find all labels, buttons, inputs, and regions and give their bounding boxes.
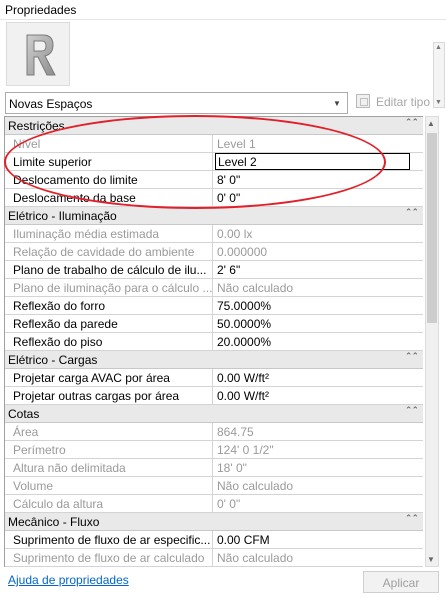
collapse-group-icon[interactable]: ⌃⌃ (405, 513, 419, 524)
group-header-cotas[interactable]: Cotas ⌃⌃ (5, 405, 423, 423)
property-value-input[interactable]: Level 2 (215, 153, 410, 170)
type-preview-area: ▲ ▼ (0, 20, 446, 108)
scroll-up-icon[interactable]: ▲ (427, 119, 435, 128)
property-row-volume: Volume Não calculado (5, 477, 423, 495)
revit-family-icon (6, 22, 70, 86)
property-value: 0.00 lx (217, 227, 253, 241)
property-label: Deslocamento do limite (5, 171, 213, 188)
property-row-calculo-da-altura: Cálculo da altura 0' 0" (5, 495, 423, 513)
property-row-altura-nao-delimitada: Altura não delimitada 18' 0" (5, 459, 423, 477)
property-value[interactable]: 0.00 CFM (214, 531, 423, 548)
type-selector-value: Novas Espaços (9, 97, 93, 111)
property-label: Área (5, 423, 213, 440)
scrollbar-thumb[interactable] (427, 133, 437, 323)
apply-button[interactable]: Aplicar (363, 571, 439, 593)
edit-type-icon (356, 94, 370, 108)
property-label: Deslocamento da base (5, 189, 213, 206)
type-selector-row: Novas Espaços ▼ Editar tipo (0, 91, 446, 115)
property-label: Relação de cavidade do ambiente (5, 243, 213, 260)
property-value: Não calculado (217, 479, 294, 493)
property-row-projetar-carga-avac-por-area[interactable]: Projetar carga AVAC por área 0.00 W/ft² (5, 369, 423, 387)
property-row-suprimento-de-fluxo-de-ar-calculado: Suprimento de fluxo de ar calculado Não c… (5, 549, 423, 567)
collapse-group-icon[interactable]: ⌃⌃ (405, 207, 419, 218)
property-label: Reflexão do piso (5, 333, 213, 350)
properties-scrollbar[interactable]: ▲ ▼ (425, 116, 439, 567)
property-value: Não calculado (217, 281, 294, 295)
property-row-relacao-de-cavidade-do-ambiente: Relação de cavidade do ambiente 0.000000 (5, 243, 423, 261)
chevron-down-icon[interactable]: ▼ (329, 93, 345, 113)
property-row-reflexao-da-parede[interactable]: Reflexão da parede 50.0000% (5, 315, 423, 333)
property-label: Suprimento de fluxo de ar calculado (5, 549, 213, 566)
group-header-label: Restrições (8, 119, 65, 133)
group-header-eletrico-iluminacao[interactable]: Elétrico - Iluminação ⌃⌃ (5, 207, 423, 225)
group-header-label: Cotas (8, 407, 40, 421)
collapse-group-icon[interactable]: ⌃⌃ (405, 405, 419, 416)
property-row-projetar-outras-cargas-por-area[interactable]: Projetar outras cargas por área 0.00 W/ft… (5, 387, 423, 405)
panel-title-bar: Propriedades (0, 0, 446, 20)
group-header-restricoes[interactable]: Restrições ⌃⌃ (5, 117, 423, 135)
property-value: 0.000000 (217, 245, 268, 259)
group-header-eletrico-cargas[interactable]: Elétrico - Cargas ⌃⌃ (5, 351, 423, 369)
property-row-perimetro: Perímetro 124' 0 1/2" (5, 441, 423, 459)
group-header-mecanico-fluxo[interactable]: Mecânico - Fluxo ⌃⌃ (5, 513, 423, 531)
property-label: Reflexão da parede (5, 315, 213, 332)
property-label: Nível (5, 135, 213, 152)
property-value: Não calculado (217, 551, 294, 565)
property-value[interactable]: 50.0000% (214, 315, 423, 332)
collapse-group-icon[interactable]: ⌃⌃ (405, 351, 419, 362)
property-value[interactable]: 8' 0" (214, 171, 423, 188)
edit-type-label: Editar tipo (376, 95, 431, 109)
properties-help-link[interactable]: Ajuda de propriedades (8, 573, 129, 587)
property-row-area: Área 864.75 (5, 423, 423, 441)
property-row-suprimento-de-fluxo-de-ar-especific[interactable]: Suprimento de fluxo de ar especific... 0.… (5, 531, 423, 549)
property-row-reflexao-do-piso[interactable]: Reflexão do piso 20.0000% (5, 333, 423, 351)
property-row-iluminacao-media-estimada: Iluminação média estimada 0.00 lx (5, 225, 423, 243)
property-row-plano-de-iluminacao-para-o-calculo: Plano de iluminação para o cálculo ... Nã… (5, 279, 423, 297)
panel-footer: Ajuda de propriedades Aplicar (0, 568, 446, 600)
edit-type-button[interactable]: Editar tipo (356, 94, 442, 112)
panel-title: Propriedades (5, 3, 77, 17)
property-value: 0' 0" (217, 497, 241, 511)
group-header-label: Elétrico - Cargas (8, 353, 98, 367)
property-label: Volume (5, 477, 213, 494)
property-row-deslocamento-do-limite[interactable]: Deslocamento do limite 8' 0" (5, 171, 423, 189)
group-header-label: Mecânico - Fluxo (8, 515, 100, 529)
property-label: Iluminação média estimada (5, 225, 213, 242)
property-row-reflexao-do-forro[interactable]: Reflexão do forro 75.0000% (5, 297, 423, 315)
property-label: Reflexão do forro (5, 297, 213, 314)
property-value: 18' 0" (217, 461, 247, 475)
property-label: Cálculo da altura (5, 495, 213, 512)
property-row-limite-superior[interactable]: Limite superior Level 2 (5, 153, 423, 171)
type-selector-dropdown[interactable]: Novas Espaços ▼ (5, 92, 348, 114)
property-value[interactable]: 0.00 W/ft² (214, 387, 423, 404)
property-value[interactable]: 0' 0" (214, 189, 423, 206)
property-label: Suprimento de fluxo de ar especific... (5, 531, 213, 548)
property-row-plano-de-trabalho-de-calculo-de-ilu[interactable]: Plano de trabalho de cálculo de ilu... 2'… (5, 261, 423, 279)
property-row-deslocamento-da-base[interactable]: Deslocamento da base 0' 0" (5, 189, 423, 207)
property-value[interactable]: 75.0000% (214, 297, 423, 314)
property-row-nivel: Nível Level 1 (5, 135, 423, 153)
property-value[interactable]: 0.00 W/ft² (214, 369, 423, 386)
scroll-down-icon[interactable]: ▼ (427, 555, 435, 564)
property-label: Altura não delimitada (5, 459, 213, 476)
property-label: Plano de trabalho de cálculo de ilu... (5, 261, 213, 278)
property-value: 864.75 (217, 425, 254, 439)
collapse-group-icon[interactable]: ⌃⌃ (405, 117, 419, 128)
property-label: Perímetro (5, 441, 213, 458)
property-label: Projetar carga AVAC por área (5, 369, 213, 386)
property-label: Projetar outras cargas por área (5, 387, 213, 404)
scroll-up-icon[interactable]: ▲ (435, 44, 442, 51)
property-value: 124' 0 1/2" (217, 443, 274, 457)
property-label: Limite superior (5, 153, 213, 170)
properties-grid: Restrições ⌃⌃ Nível Level 1 Limite superior L… (4, 116, 423, 567)
group-header-label: Elétrico - Iluminação (8, 209, 117, 223)
property-label: Plano de iluminação para o cálculo ... (5, 279, 213, 296)
property-value: Level 1 (217, 137, 256, 151)
property-value[interactable]: 20.0000% (214, 333, 423, 350)
property-value[interactable]: 2' 6" (214, 261, 423, 278)
